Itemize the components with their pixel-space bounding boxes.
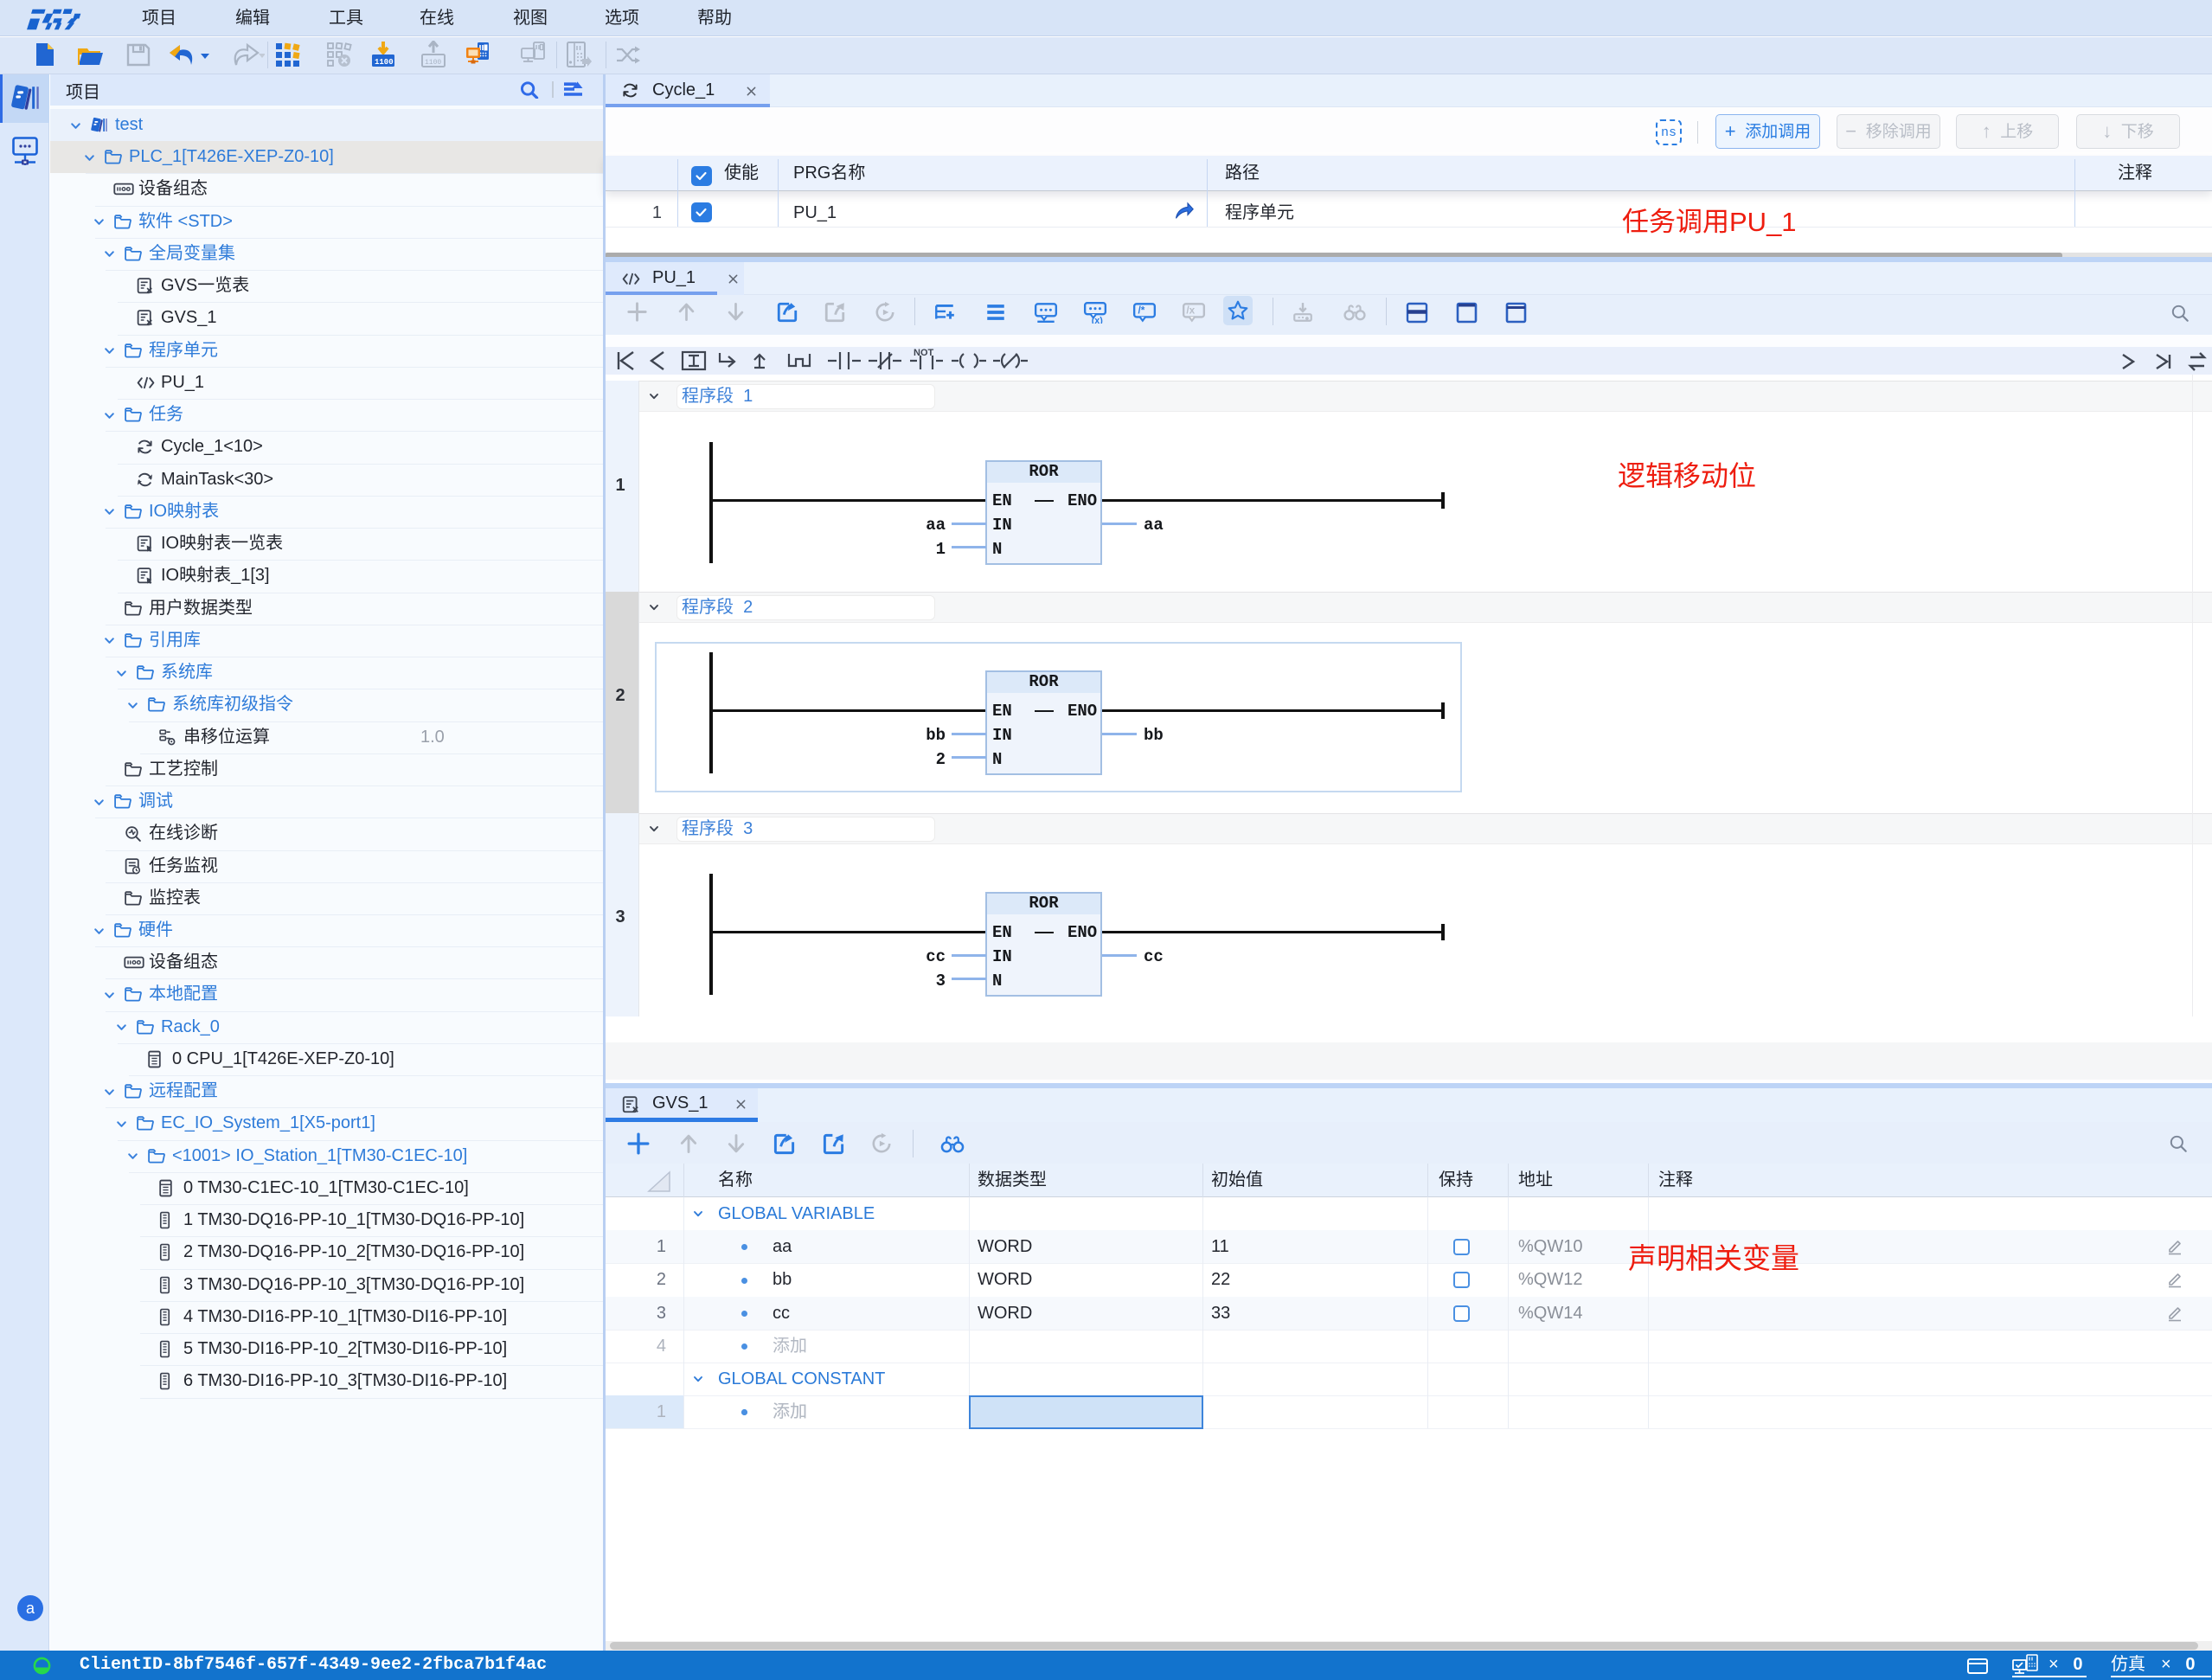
svg-text:NOT: NOT <box>914 349 934 358</box>
svg-text:1100: 1100 <box>425 59 441 67</box>
svg-text:1100: 1100 <box>375 58 394 67</box>
